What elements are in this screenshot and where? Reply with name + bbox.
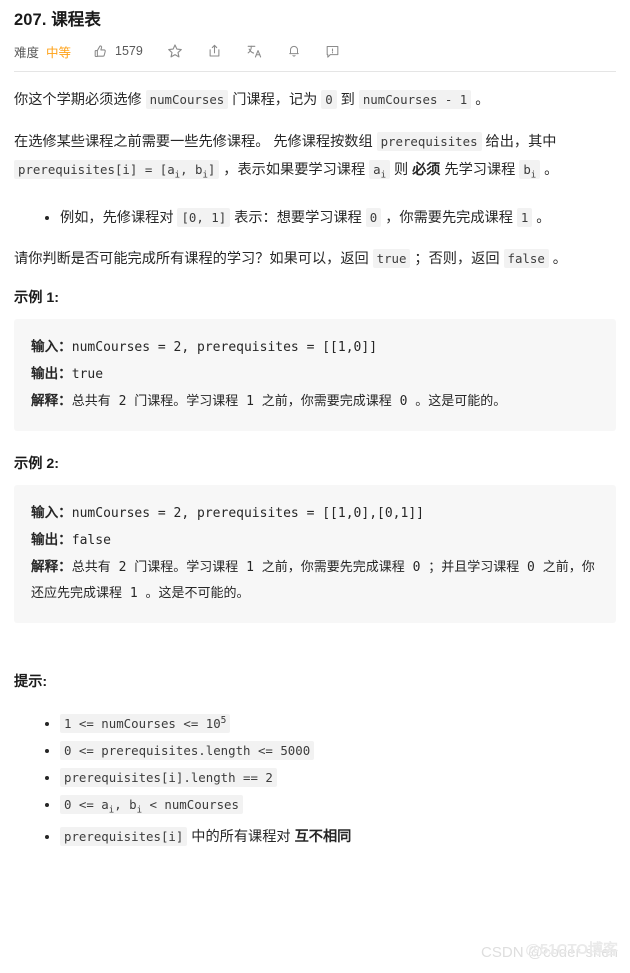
code-pair-example: [0, 1] bbox=[177, 207, 231, 227]
text-segment: 在选修某些课程之前需要一些先修课程。 先修课程按数组 bbox=[14, 134, 377, 151]
text-segment: 给出，其中 bbox=[481, 134, 557, 151]
emphasis-distinct: 互不相同 bbox=[294, 829, 352, 846]
code-course-one: 1 bbox=[516, 207, 533, 227]
constraint-prerequisites-length: 0 <= prerequisites.length <= 5000 bbox=[60, 740, 315, 760]
input-label: 输入： bbox=[31, 504, 72, 520]
bell-icon[interactable] bbox=[287, 43, 301, 59]
watermark-front: CSDN @coder-shen bbox=[481, 944, 618, 961]
input-value: numCourses = 2, prerequisites = [[1,0],[… bbox=[71, 505, 424, 521]
problem-header: 207. 课程表 难度 中等 1579 bbox=[14, 0, 616, 73]
output-label: 输出： bbox=[31, 531, 72, 547]
constraint-distinct-code: prerequisites[i] bbox=[60, 827, 188, 847]
code-false: false bbox=[503, 248, 549, 268]
list-item: 例如，先修课程对 [0, 1] 表示：想要学习课程 0 ，你需要先完成课程 1 … bbox=[60, 204, 616, 232]
problem-content: 你这个学期必须选修 numCourses 门课程，记为 0 到 numCours… bbox=[14, 72, 616, 849]
output-value: false bbox=[71, 532, 111, 548]
problem-meta-row: 难度 中等 1579 bbox=[14, 34, 616, 68]
watermark-back: @51CTO博客 bbox=[525, 941, 618, 958]
explanation-label: 解释： bbox=[31, 558, 72, 574]
text-segment: ，表示如果要学习课程 bbox=[219, 162, 370, 179]
star-icon[interactable] bbox=[167, 43, 183, 59]
code-prerequisites: prerequisites bbox=[376, 132, 482, 152]
list-item: 0 <= prerequisites.length <= 5000 bbox=[60, 739, 616, 763]
list-item: prerequisites[i].length == 2 bbox=[60, 766, 616, 790]
explanation-value: 总共有 2 门课程。学习课程 1 之前，你需要先完成课程 0 ；并且学习课程 0… bbox=[31, 559, 595, 601]
difficulty-badge: 中等 bbox=[46, 45, 72, 60]
code-prerequisites-pair: prerequisites[i] = [ai, bi] bbox=[14, 160, 220, 181]
hints-heading: 提示: bbox=[14, 673, 48, 690]
watermark: @51CTO博客 CSDN @coder-shen bbox=[481, 941, 618, 961]
thumbs-up-icon[interactable]: 1579 bbox=[93, 44, 143, 59]
code-true: true bbox=[372, 248, 411, 268]
description-paragraph-3: 请你判断是否可能完成所有课程的学习？如果可以，返回 true ；否则，返回 fa… bbox=[14, 245, 616, 273]
input-value: numCourses = 2, prerequisites = [[1,0]] bbox=[71, 339, 378, 355]
example-1-block: 输入：numCourses = 2, prerequisites = [[1,0… bbox=[14, 318, 616, 431]
code-numcourses: numCourses bbox=[145, 90, 229, 110]
page-title: 207. 课程表 bbox=[14, 11, 101, 29]
example-1-heading: 示例 1: bbox=[14, 289, 59, 306]
share-icon[interactable] bbox=[207, 43, 222, 59]
text-segment: 。 bbox=[471, 92, 490, 109]
example-2-block: 输入：numCourses = 2, prerequisites = [[1,0… bbox=[14, 484, 616, 623]
feedback-icon[interactable] bbox=[325, 44, 340, 59]
like-count: 1579 bbox=[115, 43, 143, 58]
translate-icon[interactable] bbox=[246, 43, 263, 59]
description-bullet-list: 例如，先修课程对 [0, 1] 表示：想要学习课程 0 ，你需要先完成课程 1 … bbox=[14, 204, 616, 232]
code-course-zero: 0 bbox=[365, 207, 382, 227]
output-label: 输出： bbox=[31, 365, 72, 381]
text-segment: 你这个学期必须选修 bbox=[14, 92, 146, 109]
description-paragraph-1: 你这个学期必须选修 numCourses 门课程，记为 0 到 numCours… bbox=[14, 86, 616, 114]
example-2-heading: 示例 2: bbox=[14, 455, 59, 472]
text-segment: 表示：想要学习课程 bbox=[230, 209, 366, 226]
code-bi: bi bbox=[519, 160, 541, 181]
code-zero: 0 bbox=[321, 90, 337, 110]
constraint-pair-length: prerequisites[i].length == 2 bbox=[60, 767, 277, 787]
explanation-label: 解释： bbox=[31, 392, 72, 408]
list-item: prerequisites[i] 中的所有课程对 互不相同 bbox=[60, 825, 616, 849]
text-segment: 门课程，记为 bbox=[228, 92, 322, 109]
text-segment: ，你需要先完成课程 bbox=[381, 209, 517, 226]
text-segment: 请你判断是否可能完成所有课程的学习？如果可以，返回 bbox=[14, 250, 373, 267]
emphasis-must: 必须 bbox=[412, 162, 441, 179]
text-segment: 。 bbox=[532, 209, 551, 226]
list-item: 0 <= ai, bi < numCourses bbox=[60, 793, 616, 822]
text-segment: 中的所有课程对 bbox=[187, 829, 295, 846]
text-segment: 。 bbox=[540, 162, 559, 179]
input-label: 输入： bbox=[31, 338, 72, 354]
explanation-value: 总共有 2 门课程。学习课程 1 之前，你需要完成课程 0 。这是可能的。 bbox=[71, 393, 507, 409]
text-segment: 先学习课程 bbox=[440, 162, 520, 179]
hints-list: 1 <= numCourses <= 105 0 <= prerequisite… bbox=[14, 709, 616, 850]
code-numcourses-minus-one: numCourses - 1 bbox=[358, 90, 472, 110]
text-segment: 则 bbox=[390, 162, 413, 179]
code-ai: ai bbox=[369, 160, 391, 181]
text-segment: ；否则，返回 bbox=[410, 250, 504, 267]
list-item: 1 <= numCourses <= 105 bbox=[60, 709, 616, 736]
constraint-numcourses: 1 <= numCourses <= 105 bbox=[60, 713, 231, 733]
output-value: true bbox=[71, 366, 104, 382]
problem-page: 207. 课程表 难度 中等 1579 你这个学期必须选修 numCourses… bbox=[0, 0, 630, 849]
text-segment: 例如，先修课程对 bbox=[60, 209, 178, 226]
description-paragraph-2: 在选修某些课程之前需要一些先修课程。 先修课程按数组 prerequisites… bbox=[14, 128, 616, 189]
text-segment: 。 bbox=[548, 250, 567, 267]
difficulty-label: 难度 bbox=[14, 45, 40, 60]
constraint-ai-bi-range: 0 <= ai, bi < numCourses bbox=[60, 794, 243, 815]
text-segment: 到 bbox=[336, 92, 359, 109]
